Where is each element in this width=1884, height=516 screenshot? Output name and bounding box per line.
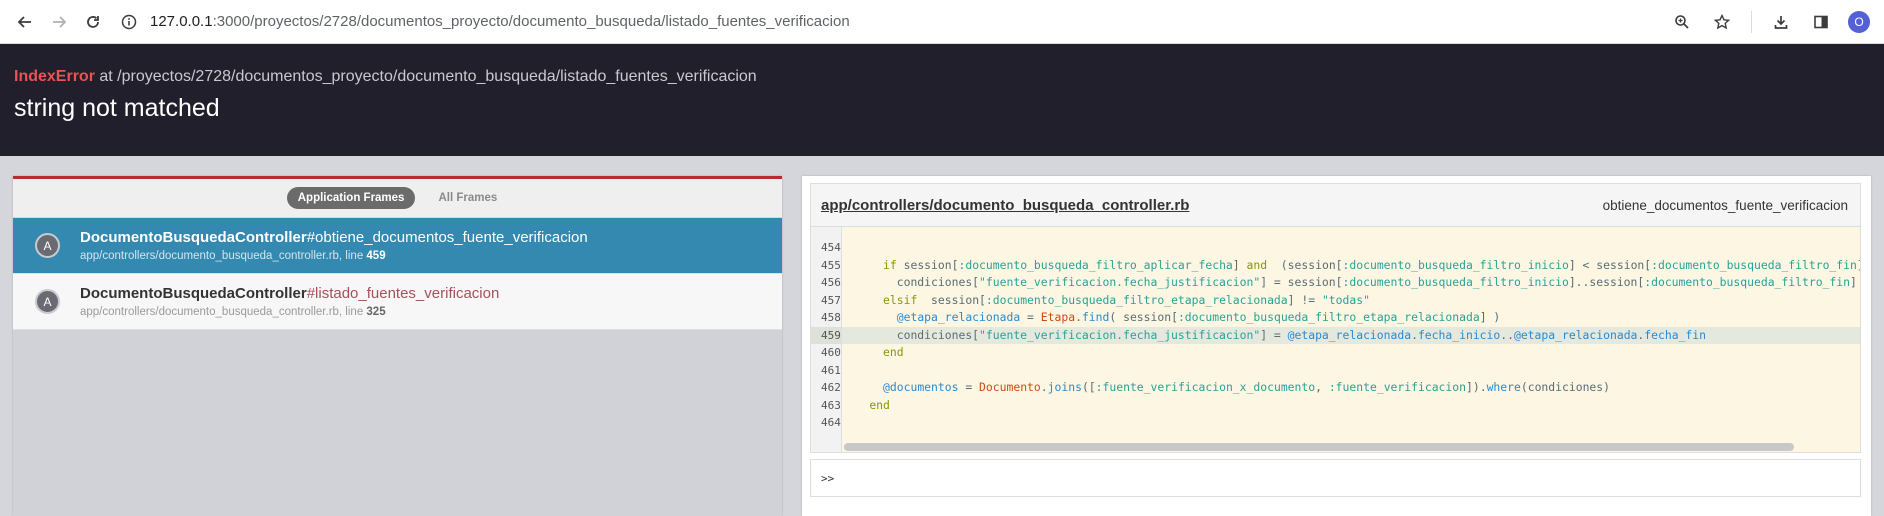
- frame-file-path: app/controllers/documento_busqueda_contr…: [80, 250, 367, 262]
- line-number: 460: [821, 346, 841, 359]
- code-line: @documentos = Documento.joins([:fuente_v…: [883, 380, 1611, 394]
- error-title: IndexError at /proyectos/2728/documentos…: [14, 68, 1870, 86]
- frame-method: #listado_fuentes_verificacion: [306, 285, 500, 302]
- line-number: 454: [821, 241, 841, 254]
- frame-file: app/controllers/documento_busqueda_contr…: [80, 306, 499, 318]
- frame-details: app/controllers/documento_busqueda_contr…: [802, 176, 1871, 516]
- browser-toolbar: 127.0.0.1:3000/proyectos/2728/documentos…: [0, 0, 1884, 44]
- error-location: at /proyectos/2728/documentos_proyecto/d…: [94, 68, 757, 85]
- console-prompt: >>: [821, 471, 835, 485]
- code-header: app/controllers/documento_busqueda_contr…: [810, 183, 1861, 227]
- frame-file: app/controllers/documento_busqueda_contr…: [80, 250, 588, 262]
- frame-badge: A: [35, 233, 60, 258]
- horizontal-scrollbar[interactable]: [843, 443, 1794, 451]
- frame-line: 459: [366, 250, 386, 262]
- frame-line: 325: [366, 306, 386, 318]
- frames-tabs: Application Frames All Frames: [13, 179, 782, 218]
- source-method-name: obtiene_documentos_fuente_verificacion: [1602, 197, 1848, 213]
- frame-file-path: app/controllers/documento_busqueda_contr…: [80, 306, 367, 318]
- frame-item[interactable]: A DocumentoBusquedaController#listado_fu…: [13, 274, 782, 330]
- frame-method: #obtiene_documentos_fuente_verificacion: [306, 229, 588, 246]
- code-viewer: 454 455 456 457 458 459 460 461 462 463 …: [810, 227, 1861, 453]
- code-line-highlighted: condiciones["fuente_verificacion.fecha_j…: [841, 326, 1860, 344]
- download-icon[interactable]: [1764, 5, 1798, 39]
- site-info-icon[interactable]: [118, 11, 140, 33]
- line-number: 464: [821, 416, 841, 429]
- frame-class: DocumentoBusquedaController: [80, 229, 307, 246]
- frame-class: DocumentoBusquedaController: [80, 285, 307, 302]
- error-message: string not matched: [14, 94, 220, 122]
- line-number: 455: [821, 258, 841, 272]
- line-number-highlighted: 459: [811, 326, 841, 344]
- frames-panel: Application Frames All Frames A Document…: [13, 176, 782, 516]
- code-line: if session[:documento_busqueda_filtro_ap…: [883, 257, 1860, 272]
- frame-badge: A: [35, 289, 60, 314]
- line-number: 462: [821, 381, 841, 394]
- toolbar-divider: [1751, 10, 1752, 33]
- line-number: 461: [821, 363, 841, 377]
- line-number: 456: [821, 276, 841, 289]
- repl-console-input[interactable]: >>: [810, 459, 1861, 497]
- code-line: @etapa_relacionada = Etapa.find( session…: [896, 310, 1501, 324]
- source-file-link[interactable]: app/controllers/documento_busqueda_contr…: [821, 197, 1189, 214]
- frame-name: DocumentoBusquedaController#listado_fuen…: [80, 285, 499, 302]
- exception-name: IndexError: [14, 68, 95, 85]
- code-line: condiciones["fuente_verificacion.fecha_j…: [841, 275, 1857, 289]
- side-panel-icon[interactable]: [1804, 5, 1838, 39]
- line-number: 457: [821, 293, 841, 307]
- frame-name: DocumentoBusquedaController#obtiene_docu…: [80, 229, 588, 246]
- code-line: end: [869, 397, 890, 412]
- reload-icon[interactable]: [76, 5, 110, 39]
- line-number-gutter: 454 455 456 457 458 459 460 461 462 463 …: [811, 227, 842, 452]
- forward-icon[interactable]: [42, 5, 76, 39]
- tab-all-frames[interactable]: All Frames: [427, 187, 508, 209]
- back-icon[interactable]: [8, 5, 42, 39]
- line-number: 458: [821, 311, 841, 324]
- source-code: if session[:documento_busqueda_filtro_ap…: [841, 227, 1860, 452]
- frame-item[interactable]: A DocumentoBusquedaController#obtiene_do…: [13, 218, 782, 274]
- line-number: 463: [821, 398, 841, 412]
- tab-application-frames[interactable]: Application Frames: [286, 187, 416, 209]
- code-line: elsif session[:documento_busqueda_filtro…: [883, 292, 1370, 307]
- profile-avatar[interactable]: O: [1848, 10, 1870, 33]
- url-host: 127.0.0.1: [150, 13, 213, 30]
- code-line: end: [883, 345, 904, 359]
- bookmark-star-icon[interactable]: [1705, 5, 1739, 39]
- address-bar[interactable]: 127.0.0.1:3000/proyectos/2728/documentos…: [118, 5, 1665, 39]
- zoom-icon[interactable]: [1665, 5, 1699, 39]
- error-header: IndexError at /proyectos/2728/documentos…: [0, 44, 1884, 156]
- url-path: :3000/proyectos/2728/documentos_proyecto…: [212, 13, 850, 30]
